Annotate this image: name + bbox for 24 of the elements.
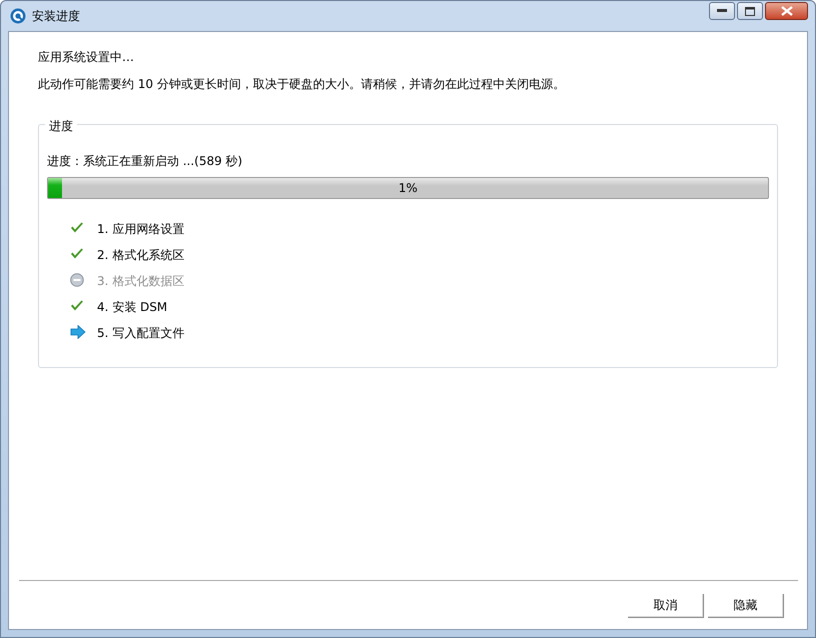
progress-status: 进度：系统正在重新启动 ...(589 秒) [47,154,242,168]
progress-percent: 1% [398,181,418,195]
dialog-button[interactable]: 取消 [628,594,704,618]
step-label: 2. 格式化系统区 [97,247,184,264]
check-icon [70,299,84,313]
close-icon [780,6,792,16]
window-title: 安装进度 [32,8,81,24]
step-label: 5. 写入配置文件 [97,325,184,342]
message-text: 应用系统设置中… [38,49,135,66]
minimize-icon [717,9,727,13]
arrow-right-icon [70,325,86,339]
minimize-button[interactable] [709,2,735,20]
step-label: 4. 安装 DSM [97,299,168,316]
minus-circle-icon [70,273,84,287]
dialog-button[interactable]: 隐藏 [708,594,784,618]
maximize-button[interactable] [737,2,763,20]
maximize-icon [745,6,755,16]
app-logo-icon [10,8,26,24]
step-label: 1. 应用网络设置 [97,221,184,238]
check-icon [70,247,84,261]
close-button[interactable] [765,2,808,20]
message-text: 此动作可能需要约 10 分钟或更长时间，取决于硬盘的大小。请稍候，并请勿在此过程中关闭电源。 [38,76,566,93]
step-label: 3. 格式化数据区 [97,273,184,290]
check-icon [70,221,84,235]
